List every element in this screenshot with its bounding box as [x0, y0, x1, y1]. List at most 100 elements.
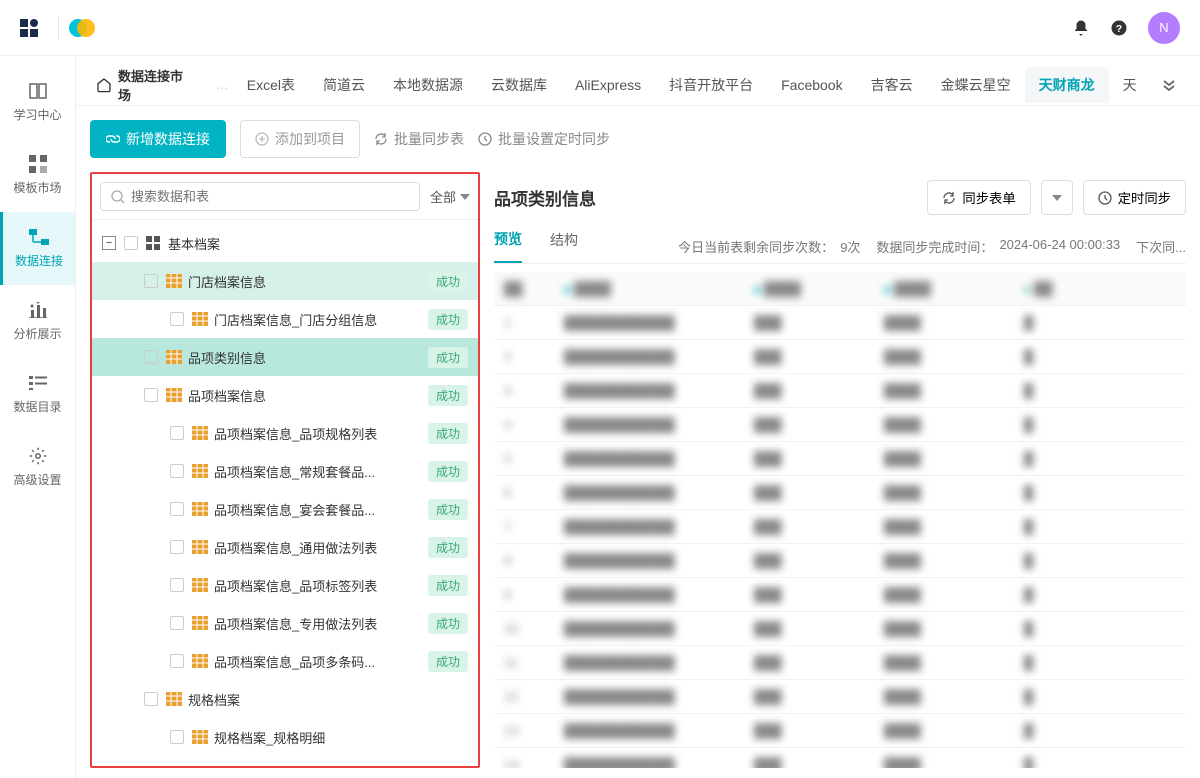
tree-node[interactable]: 规格档案 [92, 680, 478, 718]
table-row[interactable]: 1████████████████████ [494, 306, 1186, 340]
avatar[interactable]: N [1148, 12, 1180, 44]
checkbox[interactable] [170, 616, 184, 630]
checkbox[interactable] [144, 274, 158, 288]
checkbox[interactable] [144, 350, 158, 364]
sidebar-item-data-conn[interactable]: 数据连接 [0, 212, 75, 285]
filter-select[interactable]: 全部 [430, 187, 470, 206]
clock-icon [1098, 191, 1112, 205]
tab-source[interactable]: 金蝶云星空 [927, 67, 1025, 103]
table-row[interactable]: 9████████████████████ [494, 578, 1186, 612]
add-to-project-button[interactable]: 添加到项目 [240, 120, 360, 158]
book-icon [28, 82, 48, 100]
sidebar-item-learn[interactable]: 学习中心 [0, 66, 75, 139]
tree-node[interactable]: 品项档案信息_常规套餐品...成功 [92, 452, 478, 490]
checkbox[interactable] [170, 578, 184, 592]
table-row[interactable]: 12████████████████████ [494, 680, 1186, 714]
tree-label: 结算方式类型 [188, 766, 468, 767]
expand-toggle[interactable]: − [102, 236, 116, 250]
table-row[interactable]: 3████████████████████ [494, 374, 1186, 408]
tab-source[interactable]: 抖音开放平台 [655, 67, 767, 103]
checkbox[interactable] [170, 730, 184, 744]
checkbox[interactable] [170, 426, 184, 440]
preview-tab-preview[interactable]: 预览 [494, 229, 522, 263]
checkbox[interactable] [170, 464, 184, 478]
tree-node[interactable]: 品项类别信息成功 [92, 338, 478, 376]
logo-brand-icon[interactable] [69, 19, 95, 37]
tree-node[interactable]: 品项档案信息_宴会套餐品...成功 [92, 490, 478, 528]
sync-info: 今日当前表剩余同步次数：9次 数据同步完成时间：2024-06-24 00:00… [678, 237, 1186, 256]
tree-node[interactable]: 门店档案信息成功 [92, 262, 478, 300]
table-icon [192, 311, 208, 327]
plus-circle-icon [255, 132, 269, 146]
tab-source[interactable]: Excel表 [233, 67, 309, 103]
table-row[interactable]: 10████████████████████ [494, 612, 1186, 646]
table-icon [192, 539, 208, 555]
tree-node[interactable]: 品项档案信息_专用做法列表成功 [92, 604, 478, 642]
tree-label: 品项档案信息 [188, 386, 428, 405]
tree-node[interactable]: 品项档案信息成功 [92, 376, 478, 414]
sidebar-label: 分析展示 [13, 325, 61, 342]
table-row[interactable]: 14████████████████████ [494, 748, 1186, 768]
tab-source[interactable]: 云数据库 [477, 67, 561, 103]
table-row[interactable]: 6████████████████████ [494, 476, 1186, 510]
grid-icon [28, 155, 48, 173]
batch-sync-button[interactable]: 批量同步表 [374, 129, 464, 149]
checkbox[interactable] [144, 692, 158, 706]
batch-schedule-button[interactable]: 批量设置定时同步 [478, 129, 610, 149]
table-row[interactable]: 7████████████████████ [494, 510, 1186, 544]
sidebar-item-analysis[interactable]: 分析展示 [0, 285, 75, 358]
schedule-sync-button[interactable]: 定时同步 [1083, 180, 1186, 215]
tree-node[interactable]: 品项档案信息_品项多条码...成功 [92, 642, 478, 680]
tab-source[interactable]: Facebook [767, 67, 856, 103]
tab-source[interactable]: 简道云 [309, 67, 379, 103]
clock-icon [478, 132, 492, 146]
tab-home[interactable]: 数据连接市场 [90, 66, 202, 104]
search-input[interactable] [131, 189, 409, 204]
tab-source[interactable]: 吉客云 [857, 67, 927, 103]
link-icon [106, 132, 120, 146]
table-row[interactable]: 13████████████████████ [494, 714, 1186, 748]
checkbox[interactable] [170, 502, 184, 516]
table-row[interactable]: 4████████████████████ [494, 408, 1186, 442]
refresh-icon [374, 132, 388, 146]
checkbox[interactable] [144, 388, 158, 402]
tab-source[interactable]: 天 [1109, 67, 1148, 103]
tree-node[interactable]: 门店档案信息_门店分组信息成功 [92, 300, 478, 338]
sync-form-dropdown[interactable] [1041, 180, 1073, 215]
bell-icon[interactable] [1072, 19, 1090, 37]
tree-node[interactable]: 品项档案信息_通用做法列表成功 [92, 528, 478, 566]
tree-label: 规格档案 [188, 690, 468, 709]
logo-app-icon[interactable] [20, 19, 38, 37]
new-connection-button[interactable]: 新增数据连接 [90, 120, 226, 158]
sync-form-button[interactable]: 同步表单 [927, 180, 1030, 215]
tree-node[interactable]: 品项档案信息_品项标签列表成功 [92, 566, 478, 604]
checkbox[interactable] [124, 236, 138, 250]
tabs-overflow-button[interactable] [1152, 78, 1186, 92]
tree-node[interactable]: −基本档案 [92, 224, 478, 262]
table-icon [166, 691, 182, 707]
tab-source[interactable]: AliExpress [561, 67, 655, 103]
table-row[interactable]: 8████████████████████ [494, 544, 1186, 578]
tree-node[interactable]: 规格档案_规格明细 [92, 718, 478, 756]
table-row[interactable]: 11████████████████████ [494, 646, 1186, 680]
help-icon[interactable]: ? [1110, 19, 1128, 37]
checkbox[interactable] [170, 654, 184, 668]
checkbox[interactable] [170, 312, 184, 326]
table-icon [192, 653, 208, 669]
tree-label: 规格档案_规格明细 [214, 728, 468, 747]
preview-tab-structure[interactable]: 结构 [550, 230, 578, 262]
tree-node[interactable]: 结算方式类型 [92, 756, 478, 766]
table-row[interactable]: 2████████████████████ [494, 340, 1186, 374]
tab-source[interactable]: 天财商龙 [1025, 67, 1109, 103]
tree-node[interactable]: 品项档案信息_品项规格列表成功 [92, 414, 478, 452]
tab-source[interactable]: 本地数据源 [379, 67, 477, 103]
sidebar-item-templates[interactable]: 模板市场 [0, 139, 75, 212]
tree-label: 门店档案信息_门店分组信息 [214, 310, 428, 329]
sidebar-item-settings[interactable]: 高级设置 [0, 431, 75, 504]
search-input-wrapper[interactable] [100, 182, 420, 211]
table-row[interactable]: 5████████████████████ [494, 442, 1186, 476]
sidebar-label: 模板市场 [13, 179, 61, 196]
sidebar-item-catalog[interactable]: 数据目录 [0, 358, 75, 431]
checkbox[interactable] [170, 540, 184, 554]
tree-label: 门店档案信息 [188, 272, 428, 291]
